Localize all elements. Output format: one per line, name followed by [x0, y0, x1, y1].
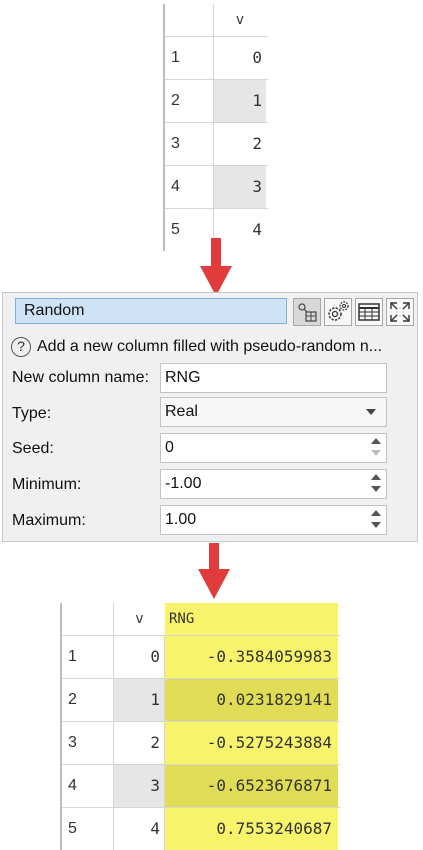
row-number-header: [62, 603, 114, 635]
output-table: v RNG 1 0 -0.3584059983 2 1 0.0231829141…: [60, 603, 340, 850]
row-number: 2: [62, 679, 114, 721]
maximize-button[interactable]: [386, 298, 414, 326]
cell-v[interactable]: 1: [114, 679, 165, 721]
output-table-header: v RNG: [62, 603, 340, 636]
description-text: Add a new column filled with pseudo-rand…: [37, 338, 383, 355]
input-table-header: v: [165, 4, 268, 37]
row-number: 2: [165, 80, 214, 122]
cell-rng[interactable]: 0.0231829141: [165, 679, 338, 721]
transform-description: ? Add a new column filled with pseudo-ran…: [11, 337, 382, 357]
seed-label: Seed:: [12, 440, 54, 457]
row-number: 4: [165, 166, 214, 208]
table-row[interactable]: 3 2: [165, 123, 268, 166]
table-view-icon: [358, 303, 380, 321]
type-label: Type:: [12, 405, 52, 422]
spin-up-icon[interactable]: [371, 510, 381, 516]
seed-spin-buttons[interactable]: [366, 434, 386, 462]
column-header-rng[interactable]: RNG: [165, 603, 338, 635]
table-row[interactable]: 1 0: [165, 37, 268, 80]
settings-icon: [328, 301, 349, 321]
table-row[interactable]: 2 1 0.0231829141: [62, 679, 340, 722]
type-select-value: Real: [165, 403, 198, 420]
column-header-v[interactable]: v: [214, 4, 266, 36]
new-column-name-input[interactable]: RNG: [160, 363, 387, 393]
row-number: 4: [62, 765, 114, 807]
minimum-spin-buttons[interactable]: [366, 470, 386, 498]
table-row[interactable]: 2 1: [165, 80, 268, 123]
cell-v[interactable]: 2: [214, 123, 266, 165]
input-table: v 1 0 2 1 3 2 4 3 5 4: [163, 4, 268, 251]
spin-down-icon[interactable]: [371, 486, 381, 492]
row-number-header: [165, 4, 214, 36]
spin-down-icon[interactable]: [371, 522, 381, 528]
cell-v[interactable]: 3: [114, 765, 165, 807]
transform-name-field[interactable]: Random: [15, 298, 287, 324]
minimum-value: -1.00: [165, 475, 202, 492]
table-row[interactable]: 3 2 -0.5275243884: [62, 722, 340, 765]
cell-rng[interactable]: -0.3584059983: [165, 636, 338, 678]
settings-button[interactable]: [324, 298, 352, 326]
cell-v[interactable]: 0: [114, 636, 165, 678]
cell-rng[interactable]: -0.6523676871: [165, 765, 338, 807]
connect-button[interactable]: [293, 298, 321, 326]
connect-icon: [298, 303, 317, 322]
spin-down-icon[interactable]: [371, 450, 381, 456]
table-row[interactable]: 1 0 -0.3584059983: [62, 636, 340, 679]
table-view-button[interactable]: [355, 298, 383, 326]
seed-value: 0: [165, 439, 174, 456]
table-row[interactable]: 4 3: [165, 166, 268, 209]
down-arrow-icon: [196, 543, 232, 601]
maximum-label: Maximum:: [12, 512, 86, 529]
table-row[interactable]: 4 3 -0.6523676871: [62, 765, 340, 808]
row-number: 1: [165, 37, 214, 79]
seed-spinbox[interactable]: 0: [160, 433, 387, 463]
column-header-v[interactable]: v: [114, 603, 165, 635]
cell-v[interactable]: 3: [214, 166, 266, 208]
row-number: 3: [62, 722, 114, 764]
chevron-down-icon: [366, 409, 376, 415]
maximize-icon: [390, 302, 410, 322]
maximum-spin-buttons[interactable]: [366, 506, 386, 534]
cell-rng[interactable]: -0.5275243884: [165, 722, 338, 764]
minimum-spinbox[interactable]: -1.00: [160, 469, 387, 499]
cell-v[interactable]: 0: [214, 37, 266, 79]
maximum-value: 1.00: [165, 511, 197, 528]
down-arrow-icon: [198, 238, 234, 298]
random-transform-panel: Random ? Add a new column filled with ps…: [2, 292, 418, 542]
cell-v[interactable]: 2: [114, 722, 165, 764]
new-column-name-label: New column name:: [12, 369, 149, 386]
row-number: 3: [165, 123, 214, 165]
type-select[interactable]: Real: [160, 397, 387, 427]
maximum-spinbox[interactable]: 1.00: [160, 505, 387, 535]
row-number: 1: [62, 636, 114, 678]
cell-v[interactable]: 1: [214, 80, 266, 122]
minimum-label: Minimum:: [12, 476, 82, 493]
help-icon[interactable]: ?: [11, 337, 31, 357]
spin-up-icon[interactable]: [371, 474, 381, 480]
spin-up-icon[interactable]: [371, 438, 381, 444]
